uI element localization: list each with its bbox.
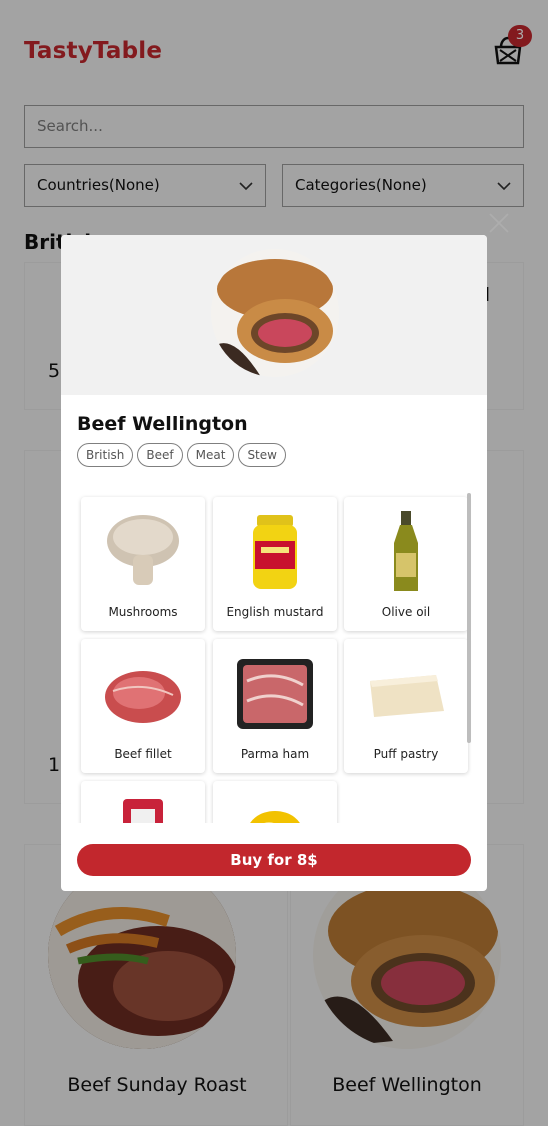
ingredient-card[interactable]: Parma ham (213, 639, 337, 773)
chevron-down-icon (239, 182, 253, 191)
ingredient-card[interactable]: Olive oil (344, 497, 468, 631)
app-header: TastyTable 3 (0, 0, 548, 100)
ingredient-name: Puff pastry (373, 747, 439, 761)
modal-title: Beef Wellington (77, 413, 248, 435)
countries-select-value: Countries(None) (37, 176, 160, 194)
ingredients-grid[interactable]: Mushrooms English mustard Olive oil Beef… (77, 493, 473, 823)
ingredients-scrollbar[interactable] (467, 493, 471, 743)
ingredient-card[interactable]: Beef fillet (81, 639, 205, 773)
mushroom-icon (107, 515, 179, 585)
modal-header-area (61, 235, 487, 395)
beef-fillet-icon (105, 671, 181, 723)
mustard-jar-icon (253, 515, 297, 589)
ingredient-card[interactable] (213, 781, 337, 823)
buy-button[interactable]: Buy for 8$ (77, 844, 471, 876)
tag[interactable]: Beef (137, 443, 183, 467)
ingredient-card[interactable] (81, 781, 205, 823)
egg-yolk-icon (250, 811, 300, 823)
categories-select-value: Categories(None) (295, 176, 427, 194)
app-logo[interactable]: TastyTable (24, 38, 162, 64)
parma-ham-icon (237, 659, 313, 729)
countries-select[interactable]: Countries(None) (24, 164, 266, 207)
cart-count-badge: 3 (508, 25, 532, 47)
beef-wellington-image (211, 249, 339, 377)
tag[interactable]: Stew (238, 443, 286, 467)
ingredient-name: Beef fillet (114, 747, 172, 761)
recipe-detail-modal: Beef Wellington British Beef Meat Stew M… (61, 235, 487, 891)
recipe-card-title: Beef Wellington (332, 1074, 482, 1096)
ingredient-name: Mushrooms (108, 605, 178, 619)
ingredient-name: English mustard (226, 605, 324, 619)
ingredient-card[interactable]: Mushrooms (81, 497, 205, 631)
ingredient-card[interactable]: English mustard (213, 497, 337, 631)
puff-pastry-icon (370, 675, 444, 717)
search-input[interactable]: Search... (24, 105, 524, 148)
ingredient-card[interactable]: Puff pastry (344, 639, 468, 773)
tag-list: British Beef Meat Stew (77, 443, 286, 467)
card-price-fragment: 5 (48, 360, 61, 382)
close-icon[interactable] (488, 212, 510, 234)
chevron-down-icon (497, 182, 511, 191)
packet-icon (123, 799, 163, 823)
olive-oil-bottle-icon (394, 511, 418, 591)
recipe-card-title: Beef Sunday Roast (67, 1074, 247, 1096)
tag[interactable]: Meat (186, 443, 235, 467)
tag[interactable]: British (77, 443, 134, 467)
categories-select[interactable]: Categories(None) (282, 164, 524, 207)
ingredient-name: Parma ham (240, 747, 310, 761)
ingredient-name: Olive oil (381, 605, 431, 619)
